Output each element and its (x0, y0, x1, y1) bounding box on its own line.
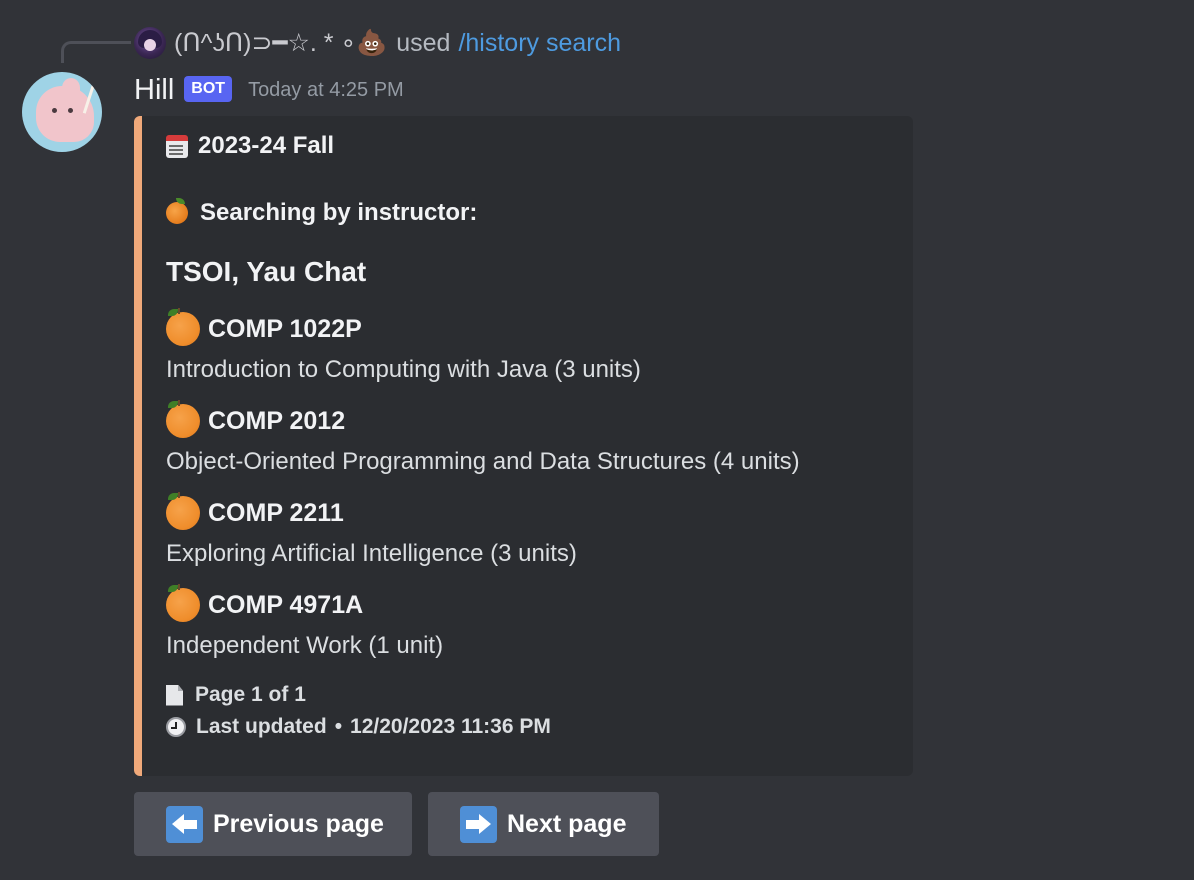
command-reply-header: (ᑎ^ʖᑎ)⊃━☆. * ∘💩 used /history search (134, 26, 621, 60)
orange-icon (166, 400, 200, 438)
next-page-label: Next page (507, 809, 627, 838)
message-view: (ᑎ^ʖᑎ)⊃━☆. * ∘💩 used /history search Hil… (0, 0, 1194, 880)
course-code: COMP 1022P (208, 314, 362, 343)
previous-page-label: Previous page (213, 809, 384, 838)
last-updated: Last updated • 12/20/2023 11:36 PM (166, 715, 551, 739)
search-results-embed: 2023-24 Fall Searching by instructor: TS… (134, 116, 913, 776)
course-description: Object-Oriented Programming and Data Str… (166, 448, 800, 475)
clock-icon (166, 717, 186, 737)
term-text: 2023-24 Fall (198, 132, 335, 159)
used-label: used (396, 28, 451, 57)
orange-icon (166, 492, 200, 530)
course-item: COMP 2012 (166, 400, 346, 438)
bot-badge: BOT (184, 75, 233, 102)
invoker-avatar[interactable] (134, 27, 166, 59)
last-updated-label: Last updated (196, 715, 327, 738)
term-line: 2023-24 Fall (166, 132, 334, 160)
reply-connector (61, 41, 131, 63)
previous-page-button[interactable]: Previous page (134, 792, 412, 856)
bot-username[interactable]: Hill (134, 74, 174, 107)
right-arrow-icon (460, 805, 497, 843)
separator-dot: • (334, 715, 343, 738)
bot-avatar[interactable] (22, 72, 102, 152)
tangerine-icon (166, 198, 188, 224)
course-description: Exploring Artificial Intelligence (3 uni… (166, 540, 577, 567)
page-info: Page 1 of 1 (166, 683, 306, 707)
orange-icon (166, 584, 200, 622)
course-code: COMP 4971A (208, 590, 364, 619)
instructor-name: TSOI, Yau Chat (166, 256, 367, 287)
message-timestamp[interactable]: Today at 4:25 PM (248, 79, 404, 102)
course-item: COMP 4971A (166, 584, 364, 622)
orange-icon (166, 308, 200, 346)
message-header: Hill BOT Today at 4:25 PM (134, 74, 404, 107)
invoker-username[interactable]: (ᑎ^ʖᑎ)⊃━☆. * ∘💩 (174, 28, 387, 58)
course-item: COMP 2211 (166, 492, 344, 530)
calendar-icon (166, 134, 188, 158)
page-icon (166, 684, 183, 706)
course-code: COMP 2211 (208, 498, 344, 527)
page-info-text: Page 1 of 1 (195, 683, 306, 706)
search-mode-line: Searching by instructor: (166, 198, 478, 227)
course-description: Independent Work (1 unit) (166, 632, 444, 659)
course-description: Introduction to Computing with Java (3 u… (166, 356, 641, 383)
left-arrow-icon (166, 805, 203, 843)
course-item: COMP 1022P (166, 308, 362, 346)
next-page-button[interactable]: Next page (428, 792, 659, 856)
last-updated-value: 12/20/2023 11:36 PM (350, 715, 551, 738)
course-code: COMP 2012 (208, 406, 346, 435)
slash-command-link[interactable]: /history search (458, 29, 621, 58)
search-mode-text: Searching by instructor: (200, 199, 478, 226)
